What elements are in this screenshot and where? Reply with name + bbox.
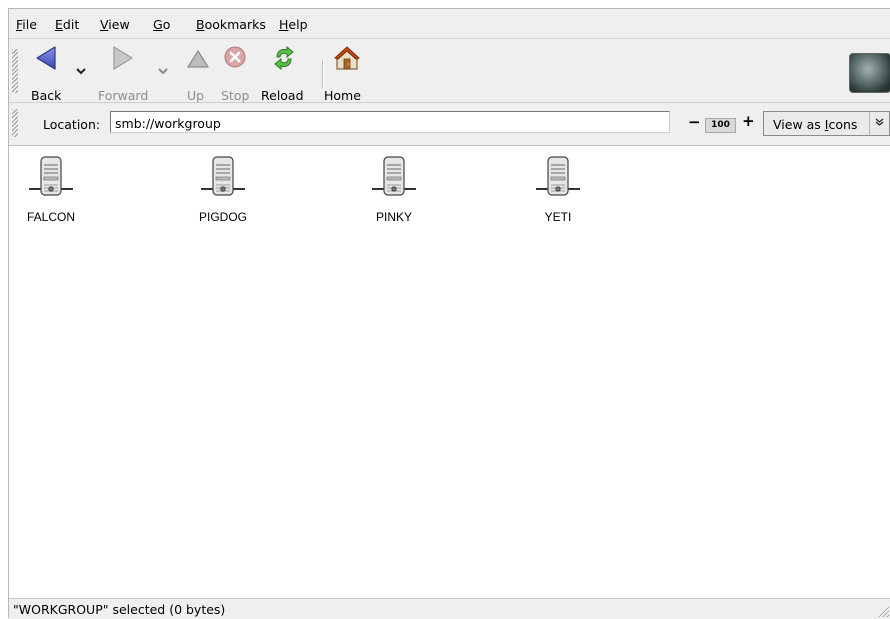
home-button[interactable]: [332, 43, 362, 73]
resize-grip-icon[interactable]: [877, 605, 889, 617]
server-icon: [536, 156, 580, 196]
toolbar: Back Forward Up Stop Reload Home: [9, 39, 890, 103]
toolbar-grip[interactable]: [12, 49, 18, 93]
stop-button[interactable]: [221, 43, 249, 73]
forward-button[interactable]: [109, 43, 137, 73]
chevron-down-icon[interactable]: [869, 112, 889, 135]
activity-throbber: [849, 53, 890, 93]
menu-help[interactable]: Help: [279, 17, 308, 32]
toolbar-separator: [322, 60, 324, 88]
zoom-out-button[interactable]: −: [688, 113, 701, 131]
file-item-yeti[interactable]: YETI: [513, 152, 603, 224]
back-history-dropdown-icon[interactable]: [76, 67, 86, 75]
back-label: Back: [31, 88, 62, 103]
menu-file[interactable]: File: [16, 17, 37, 32]
back-arrow-icon: [36, 46, 56, 70]
home-label: Home: [324, 88, 361, 103]
server-icon: [29, 156, 73, 196]
menu-view[interactable]: View: [100, 17, 130, 32]
file-item-falcon[interactable]: FALCON: [6, 152, 96, 224]
file-item-pinky[interactable]: PINKY: [349, 152, 439, 224]
server-icon: [372, 156, 416, 196]
menu-bookmarks[interactable]: Bookmarks: [196, 17, 266, 32]
file-item-label: PIGDOG: [198, 210, 247, 224]
location-input[interactable]: smb://workgroup: [110, 111, 670, 133]
reload-button[interactable]: [270, 43, 298, 73]
menu-edit[interactable]: Edit: [55, 17, 79, 32]
zoom-in-button[interactable]: +: [742, 112, 755, 130]
icon-view[interactable]: FALCON PIGDOG PINKY YETI: [9, 146, 890, 598]
forward-history-dropdown-icon[interactable]: [158, 67, 168, 75]
stop-icon: [224, 46, 246, 68]
file-item-label: FALCON: [26, 210, 75, 224]
file-manager-window: File Edit View Go Bookmarks Help Back Fo…: [8, 8, 890, 619]
file-item-pigdog[interactable]: PIGDOG: [178, 152, 268, 224]
forward-arrow-icon: [113, 46, 133, 70]
home-icon: [334, 46, 360, 70]
file-item-label: YETI: [544, 210, 572, 224]
view-as-label: View as Icons: [773, 117, 858, 132]
reload-icon: [274, 45, 294, 71]
menu-go[interactable]: Go: [153, 17, 170, 32]
status-bar: "WORKGROUP" selected (0 bytes): [9, 598, 890, 619]
menubar: File Edit View Go Bookmarks Help: [9, 9, 890, 39]
server-icon: [201, 156, 245, 196]
view-as-select[interactable]: View as Icons: [763, 111, 890, 136]
stop-label: Stop: [221, 88, 250, 103]
reload-label: Reload: [261, 88, 304, 103]
forward-label: Forward: [98, 88, 149, 103]
up-button[interactable]: [185, 43, 211, 73]
location-bar-grip[interactable]: [12, 109, 18, 137]
status-text: "WORKGROUP" selected (0 bytes): [13, 602, 226, 617]
location-label: Location:: [43, 117, 101, 132]
up-arrow-icon: [187, 50, 209, 68]
file-item-label: PINKY: [375, 210, 412, 224]
location-bar: Location: smb://workgroup − 100 + View a…: [9, 103, 890, 146]
back-button[interactable]: [31, 43, 61, 73]
up-label: Up: [187, 88, 205, 103]
zoom-level[interactable]: 100: [705, 118, 736, 133]
